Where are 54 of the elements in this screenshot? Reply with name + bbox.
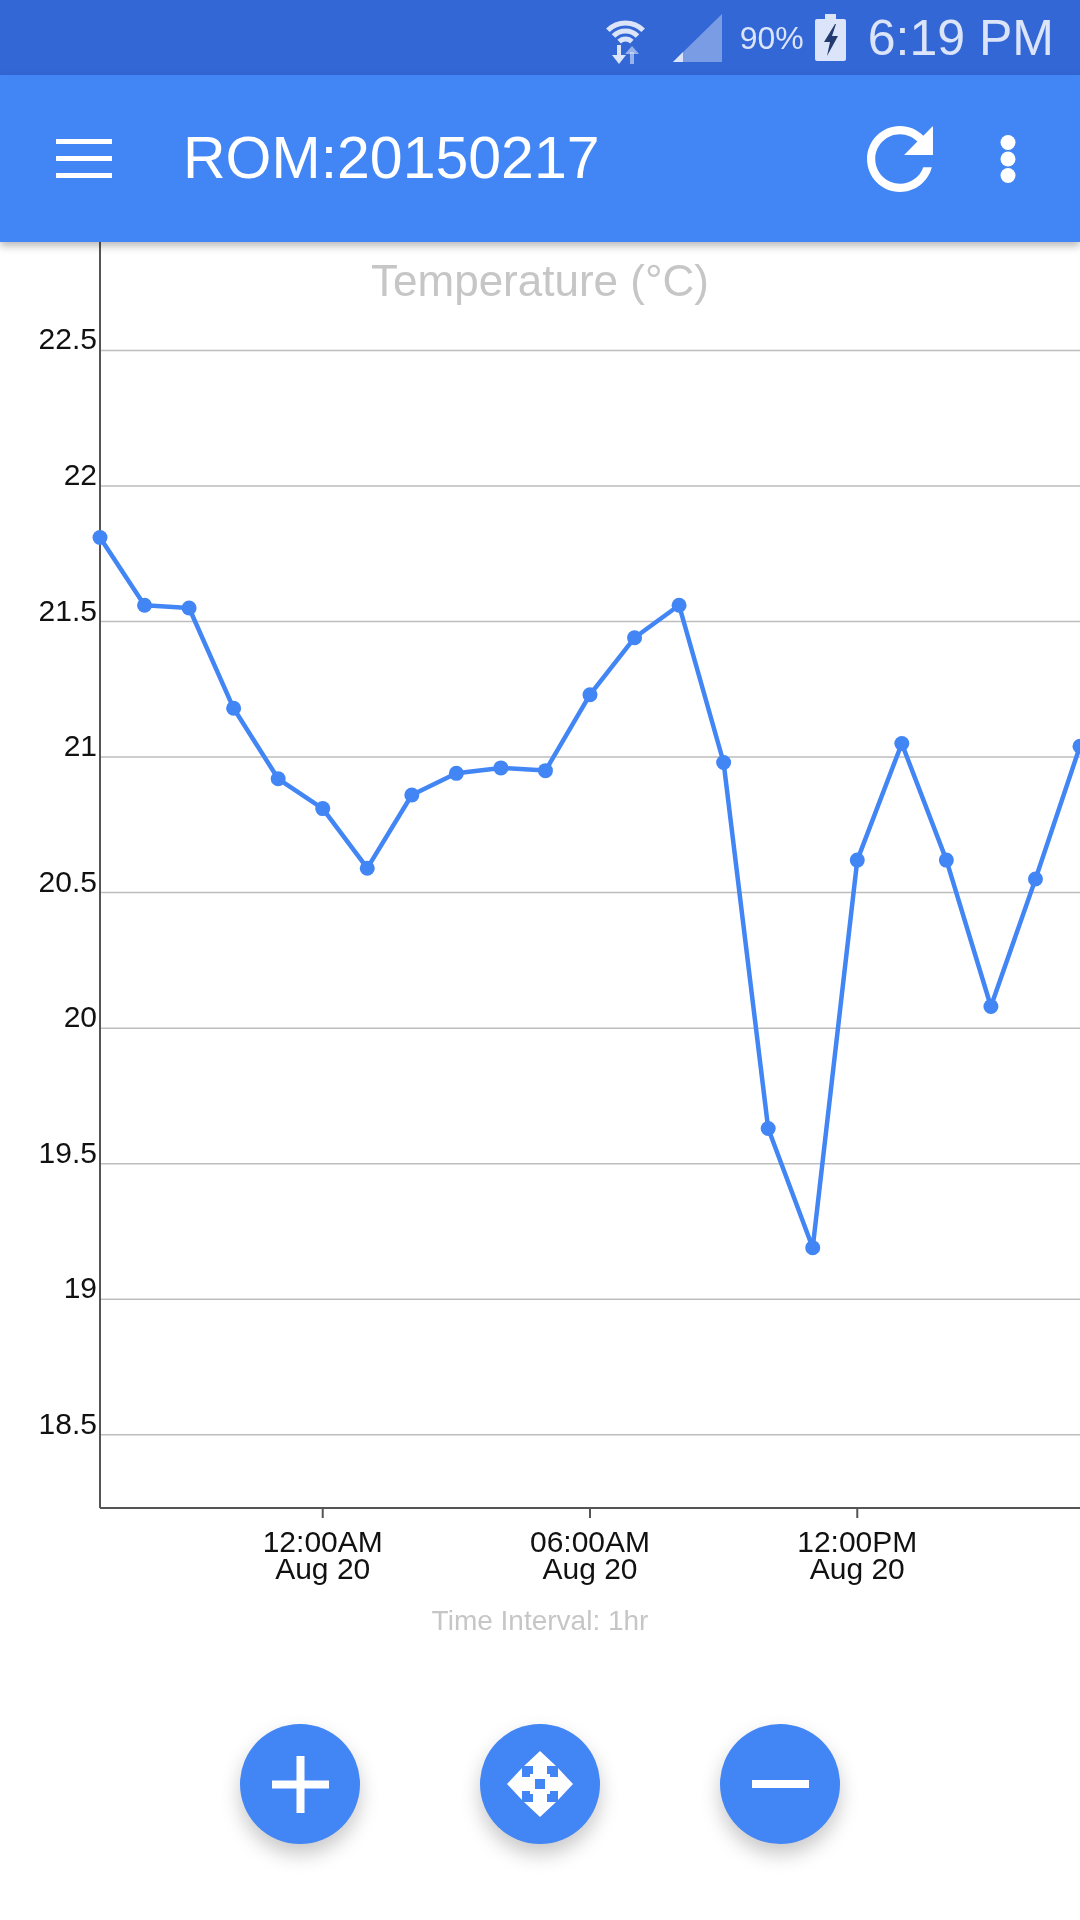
data-point xyxy=(894,736,910,751)
data-point xyxy=(181,600,197,616)
data-point xyxy=(404,787,420,803)
zoom-in-button[interactable] xyxy=(240,1724,360,1844)
data-point xyxy=(1027,871,1043,887)
clock-time: 6:19 PM xyxy=(867,12,1054,63)
data-point xyxy=(760,1120,776,1136)
data-point xyxy=(315,801,331,817)
plus-icon xyxy=(271,1755,329,1813)
y-tick-label: 22.5 xyxy=(38,322,97,356)
y-tick-label: 19 xyxy=(63,1271,97,1305)
y-tick-label: 21.5 xyxy=(38,593,97,627)
refresh-button[interactable] xyxy=(867,125,933,192)
data-point xyxy=(671,597,687,613)
data-point xyxy=(1072,738,1080,754)
battery-percentage: 90% xyxy=(739,21,804,54)
data-point xyxy=(582,687,598,703)
data-point xyxy=(537,763,553,779)
refresh-icon xyxy=(867,125,933,192)
data-point xyxy=(359,860,375,876)
data-point xyxy=(493,760,509,776)
data-point xyxy=(137,597,153,613)
data-point xyxy=(849,852,865,868)
minus-icon xyxy=(751,1780,809,1788)
data-point xyxy=(270,771,286,787)
three-dots-icon xyxy=(1000,134,1016,183)
chart-title: Temperature (°C) xyxy=(371,256,709,305)
menu-button[interactable] xyxy=(56,139,112,178)
x-tick-label: 06:00AM Aug 20 xyxy=(529,1525,651,1585)
y-tick-label: 18.5 xyxy=(38,1406,97,1440)
data-point xyxy=(226,700,242,716)
more-options-button[interactable] xyxy=(1000,134,1016,183)
x-tick-label: 12:00PM Aug 20 xyxy=(797,1525,918,1585)
y-tick-label: 19.5 xyxy=(38,1135,97,1169)
move-arrows-icon xyxy=(507,1751,573,1817)
data-point xyxy=(627,630,643,646)
zoom-out-button[interactable] xyxy=(720,1724,840,1844)
x-axis-label: Time Interval: 1hr xyxy=(431,1605,649,1636)
y-tick-label: 22 xyxy=(63,458,97,491)
data-point xyxy=(448,765,464,781)
menu-icon xyxy=(56,139,112,178)
app-title: ROM:20150217 xyxy=(183,129,601,188)
data-point xyxy=(92,530,108,545)
pan-button[interactable] xyxy=(480,1724,600,1844)
y-tick-label: 21 xyxy=(63,729,97,763)
battery-charging-icon xyxy=(814,14,846,61)
y-tick-label: 20.5 xyxy=(38,864,97,898)
y-tick-label: 20 xyxy=(63,1000,97,1034)
data-point xyxy=(716,755,732,770)
data-point xyxy=(938,852,954,868)
signal-icon xyxy=(672,13,722,62)
x-tick-label: 12:00AM Aug 20 xyxy=(262,1525,383,1585)
data-point xyxy=(983,999,999,1014)
data-point xyxy=(805,1240,821,1256)
